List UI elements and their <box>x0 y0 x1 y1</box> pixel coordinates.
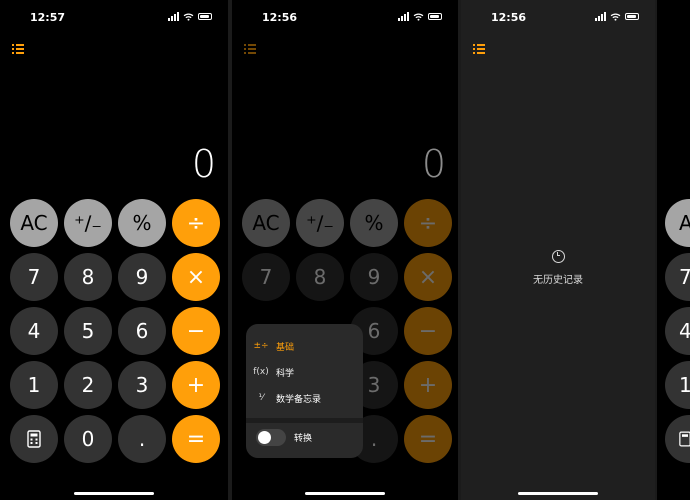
signal-icon <box>168 12 179 21</box>
signal-icon <box>398 12 409 21</box>
digit-2-button[interactable]: 2 <box>64 361 112 409</box>
digit-3-button[interactable]: 3 <box>118 361 166 409</box>
plus-minus-button[interactable]: ⁺∕₋ <box>64 199 112 247</box>
calculator-screen-menu-open: 12:56 0 AC ⁺∕₋ % ÷ 7 8 9 × 6 − 3 + . = ±… <box>232 0 458 500</box>
equals-button[interactable]: = <box>172 415 220 463</box>
mode-basic-item[interactable]: ±÷ 基础 <box>246 334 363 358</box>
empty-history-text: 无历史记录 <box>533 275 583 286</box>
digit-5-button[interactable]: 5 <box>64 307 112 355</box>
multiply-button[interactable]: × <box>404 253 452 301</box>
result-display: 0 <box>191 142 216 186</box>
menu-divider <box>246 418 363 423</box>
peek-key: 4 <box>665 307 690 355</box>
digit-7-button[interactable]: 7 <box>242 253 290 301</box>
minus-button[interactable]: − <box>172 307 220 355</box>
percent-button[interactable]: % <box>118 199 166 247</box>
menu-list-icon[interactable] <box>244 44 256 54</box>
next-screen-peek: A 7 4 1 <box>657 0 690 500</box>
menu-list-icon[interactable] <box>473 44 485 54</box>
mode-scientific-label: 科学 <box>276 368 295 379</box>
digit-0-button[interactable]: 0 <box>64 415 112 463</box>
plus-minus-button[interactable]: ⁺∕₋ <box>296 199 344 247</box>
home-indicator[interactable] <box>305 492 385 495</box>
status-icons <box>168 12 212 21</box>
digit-1-button[interactable]: 1 <box>10 361 58 409</box>
mode-basic-label: 基础 <box>276 342 295 353</box>
empty-history-state: 无历史记录 <box>461 250 655 286</box>
status-icons <box>595 12 639 21</box>
peek-key: 1 <box>665 361 690 409</box>
menu-list-icon[interactable] <box>12 44 24 54</box>
mode-menu: ±÷ 基础 f(x) 科学 ⅟ 数学备忘录 转换 <box>246 324 363 458</box>
status-icons <box>398 12 442 21</box>
status-bar: 12:56 <box>232 10 458 26</box>
home-indicator[interactable] <box>74 492 154 495</box>
mode-calculator-button[interactable] <box>10 415 58 463</box>
divide-button[interactable]: ÷ <box>404 199 452 247</box>
digit-9-button[interactable]: 9 <box>350 253 398 301</box>
peek-key: A <box>665 199 690 247</box>
all-clear-button[interactable]: AC <box>242 199 290 247</box>
mode-math-notes-label: 数学备忘录 <box>276 394 322 405</box>
decimal-button[interactable]: . <box>118 415 166 463</box>
digit-6-button[interactable]: 6 <box>118 307 166 355</box>
plus-button[interactable]: + <box>404 361 452 409</box>
all-clear-button[interactable]: AC <box>10 199 58 247</box>
digit-4-button[interactable]: 4 <box>10 307 58 355</box>
calculator-screen-basic: 12:57 0 AC ⁺∕₋ % ÷ 7 8 9 × 4 5 6 − 1 2 3… <box>0 0 228 500</box>
plus-button[interactable]: + <box>172 361 220 409</box>
minus-button[interactable]: − <box>404 307 452 355</box>
mode-math-notes-item[interactable]: ⅟ 数学备忘录 <box>246 386 363 410</box>
home-indicator[interactable] <box>518 492 598 495</box>
calculator-icon <box>679 431 690 447</box>
percent-button[interactable]: % <box>350 199 398 247</box>
clock-icon <box>551 250 565 263</box>
digit-9-button[interactable]: 9 <box>118 253 166 301</box>
convert-label: 转换 <box>294 433 313 444</box>
peek-calculator-key <box>665 415 690 463</box>
mode-scientific-item[interactable]: f(x) 科学 <box>246 360 363 384</box>
digit-8-button[interactable]: 8 <box>296 253 344 301</box>
status-time: 12:56 <box>262 11 298 24</box>
multiply-button[interactable]: × <box>172 253 220 301</box>
battery-icon <box>428 13 442 20</box>
digit-8-button[interactable]: 8 <box>64 253 112 301</box>
status-time: 12:56 <box>491 11 527 24</box>
status-time: 12:57 <box>30 11 66 24</box>
wifi-icon <box>413 13 424 21</box>
divide-button[interactable]: ÷ <box>172 199 220 247</box>
equals-button[interactable]: = <box>404 415 452 463</box>
basic-icon: ±÷ <box>253 341 269 351</box>
signal-icon <box>595 12 606 21</box>
math-notes-icon: ⅟ <box>258 393 264 403</box>
history-screen: 12:56 无历史记录 <box>461 0 655 500</box>
result-display: 0 <box>421 142 446 186</box>
digit-7-button[interactable]: 7 <box>10 253 58 301</box>
peek-key: 7 <box>665 253 690 301</box>
battery-icon <box>198 13 212 20</box>
convert-toggle-switch[interactable] <box>256 428 286 446</box>
status-bar: 12:56 <box>461 10 655 26</box>
wifi-icon <box>183 13 194 21</box>
convert-toggle-row[interactable]: 转换 <box>246 425 363 449</box>
battery-icon <box>625 13 639 20</box>
calculator-icon <box>27 430 41 448</box>
function-icon: f(x) <box>253 367 269 377</box>
wifi-icon <box>610 13 621 21</box>
status-bar: 12:57 <box>0 10 228 26</box>
